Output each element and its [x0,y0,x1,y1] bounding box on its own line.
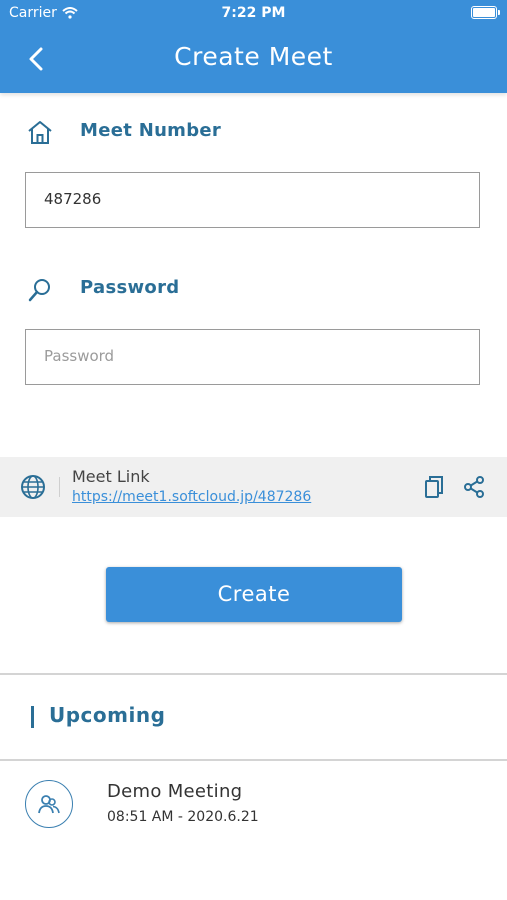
meet-link-url[interactable]: https://meet1.softcloud.jp/487286 [72,489,311,505]
meeting-title: Demo Meeting [107,781,243,802]
section-accent-bar [31,706,34,728]
divider [0,673,507,675]
create-button[interactable]: Create [106,567,402,622]
users-icon [38,795,60,814]
avatar [25,780,73,828]
list-item[interactable]: Demo Meeting 08:51 AM - 2020.6.21 [0,770,507,840]
search-key-icon [28,279,50,302]
upcoming-title: Upcoming [49,703,166,727]
password-label: Password [80,277,180,298]
meet-link-title: Meet Link [72,467,150,486]
page-title: Create Meet [174,42,333,71]
meet-number-input[interactable]: 487286 [25,172,480,228]
home-icon [28,121,52,144]
status-bar: Carrier 7:22 PM [0,0,507,28]
copy-icon[interactable] [423,475,445,499]
divider [0,759,507,761]
share-icon[interactable] [463,475,485,499]
nav-header: Carrier 7:22 PM Create Meet [0,0,507,93]
globe-icon [21,475,45,499]
password-input[interactable]: Password [25,329,480,385]
meet-number-label: Meet Number [80,120,222,141]
status-time: 7:22 PM [221,5,286,21]
meeting-time: 08:51 AM - 2020.6.21 [107,809,259,825]
meet-link-bar: Meet Link https://meet1.softcloud.jp/487… [0,457,507,517]
link-divider [59,477,60,497]
battery-icon [471,6,500,19]
